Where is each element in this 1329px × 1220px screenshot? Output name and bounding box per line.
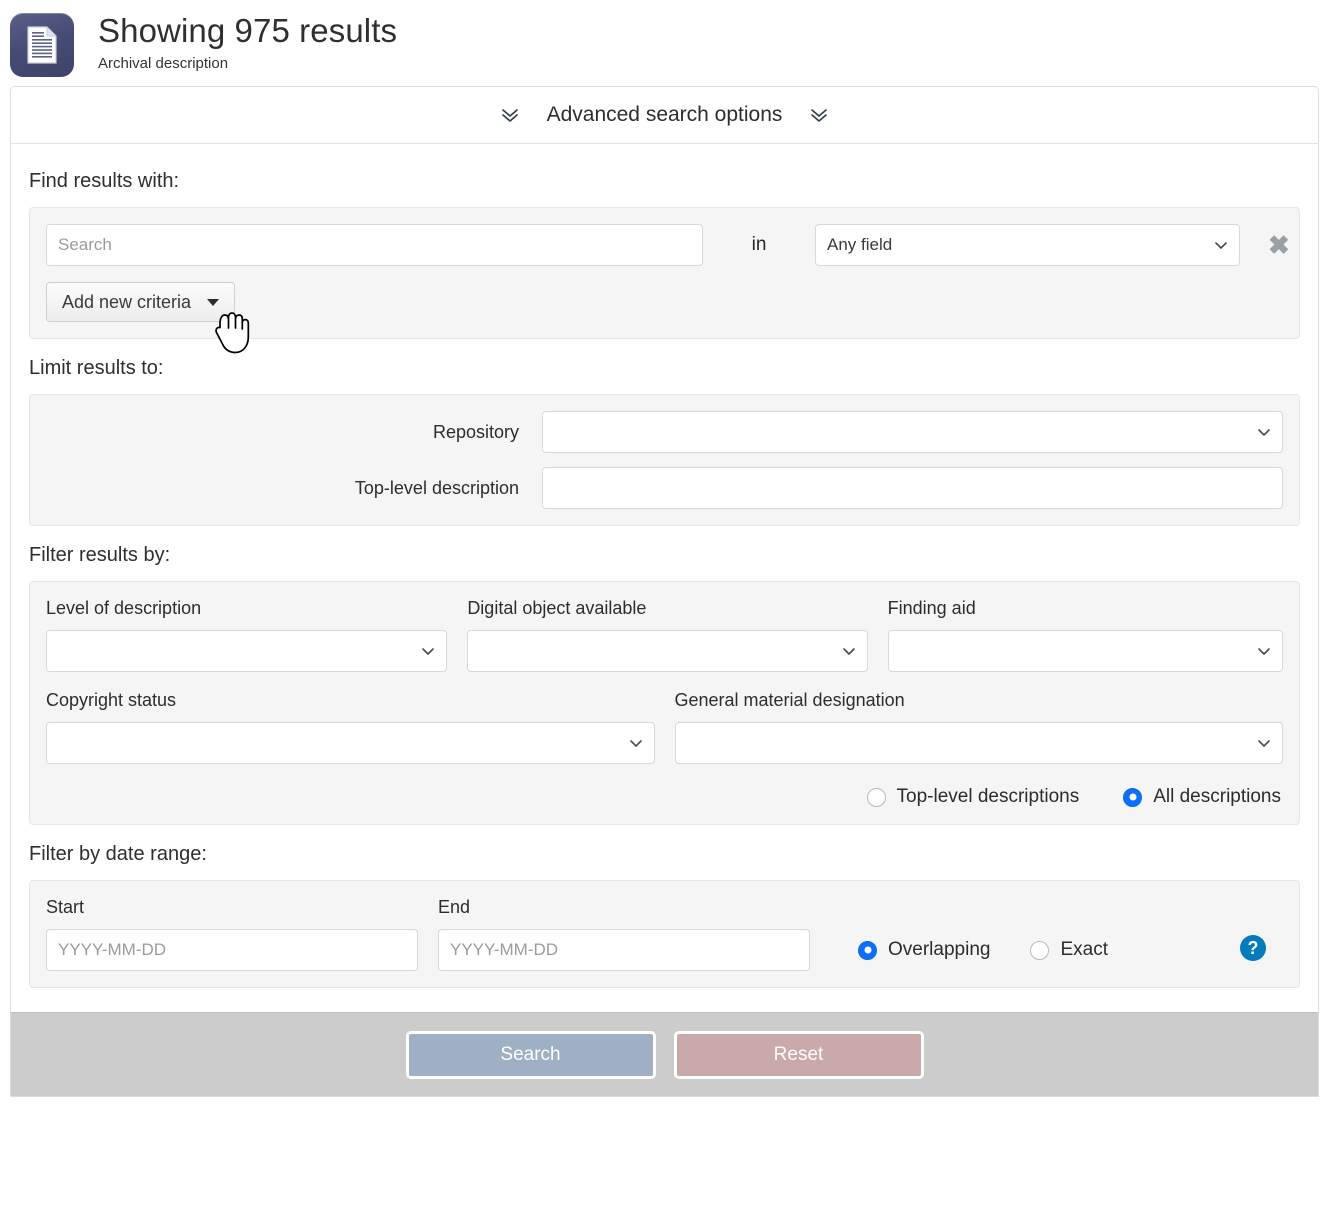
field-select-wrapper: Any field bbox=[815, 224, 1240, 266]
digital-object-available-select-wrapper bbox=[467, 630, 867, 672]
radio-top-level-descriptions[interactable]: Top-level descriptions bbox=[867, 786, 1080, 808]
repository-select-wrapper bbox=[542, 411, 1283, 453]
finding-aid-select[interactable] bbox=[888, 630, 1283, 672]
in-conjunction-label: in bbox=[703, 234, 815, 256]
end-date-group: End bbox=[438, 897, 810, 971]
criteria-row: in Any field ✖ bbox=[46, 224, 1283, 266]
top-level-description-input[interactable] bbox=[542, 467, 1283, 509]
question-mark-circle-icon[interactable]: ? bbox=[1240, 935, 1266, 961]
add-criteria-wrapper: Add new criteria bbox=[46, 282, 254, 322]
date-mode-radio-group: Overlapping Exact bbox=[858, 939, 1108, 971]
filter-row-1: Level of description Digital object avai… bbox=[46, 598, 1283, 672]
caret-down-icon bbox=[207, 299, 219, 306]
finding-aid-label: Finding aid bbox=[888, 598, 1283, 619]
limit-results-label: Limit results to: bbox=[29, 357, 1300, 380]
document-icon bbox=[10, 13, 74, 77]
level-of-description-label: Level of description bbox=[46, 598, 447, 619]
remove-criteria-button[interactable]: ✖ bbox=[1268, 232, 1290, 258]
copyright-status-select[interactable] bbox=[46, 722, 655, 764]
copyright-status-select-wrapper bbox=[46, 722, 655, 764]
advanced-search-options-label: Advanced search options bbox=[547, 103, 783, 127]
description-scope-radio-group: Top-level descriptions All descriptions bbox=[46, 786, 1283, 808]
date-range-row: Start End Overlapping Exact bbox=[46, 897, 1283, 971]
search-button[interactable]: Search bbox=[406, 1031, 656, 1079]
page-header: Showing 975 results Archival description bbox=[0, 0, 1329, 86]
radio-all-descriptions-label: All descriptions bbox=[1153, 786, 1281, 808]
header-text-block: Showing 975 results Archival description bbox=[98, 10, 397, 74]
top-level-description-label: Top-level description bbox=[46, 478, 542, 499]
reset-button[interactable]: Reset bbox=[674, 1031, 924, 1079]
advanced-search-panel: Advanced search options Find results wit… bbox=[10, 86, 1319, 1097]
radio-exact[interactable]: Exact bbox=[1030, 939, 1108, 961]
digital-object-available-group: Digital object available bbox=[467, 598, 867, 672]
chevron-down-icon bbox=[1256, 735, 1272, 751]
date-range-label: Filter by date range: bbox=[29, 843, 1300, 866]
start-date-label: Start bbox=[46, 897, 418, 918]
digital-object-available-label: Digital object available bbox=[467, 598, 867, 619]
radio-overlapping-dot[interactable] bbox=[858, 941, 877, 960]
finding-aid-select-wrapper bbox=[888, 630, 1283, 672]
level-of-description-select[interactable] bbox=[46, 630, 447, 672]
finding-aid-group: Finding aid bbox=[888, 598, 1283, 672]
radio-top-level-descriptions-label: Top-level descriptions bbox=[897, 786, 1080, 808]
general-material-designation-group: General material designation bbox=[675, 690, 1284, 764]
chevron-down-icon bbox=[1256, 424, 1272, 440]
general-material-designation-label: General material designation bbox=[675, 690, 1284, 711]
digital-object-available-select[interactable] bbox=[467, 630, 867, 672]
filter-results-label: Filter results by: bbox=[29, 544, 1300, 567]
chevron-down-icon bbox=[841, 643, 857, 659]
find-results-label: Find results with: bbox=[29, 170, 1300, 193]
radio-top-level-descriptions-dot[interactable] bbox=[867, 788, 886, 807]
top-level-description-input-wrapper bbox=[542, 467, 1283, 509]
level-of-description-group: Level of description bbox=[46, 598, 447, 672]
search-input-wrapper bbox=[46, 224, 703, 266]
radio-overlapping[interactable]: Overlapping bbox=[858, 939, 990, 961]
level-of-description-select-wrapper bbox=[46, 630, 447, 672]
start-date-group: Start bbox=[46, 897, 418, 971]
copyright-status-group: Copyright status bbox=[46, 690, 655, 764]
repository-label: Repository bbox=[46, 422, 542, 443]
page-title: Showing 975 results bbox=[98, 12, 397, 50]
limit-results-fieldset: Repository Top-level description bbox=[29, 394, 1300, 526]
advanced-search-options-toggle[interactable]: Advanced search options bbox=[11, 87, 1318, 144]
start-date-input[interactable] bbox=[46, 929, 418, 971]
general-material-designation-select[interactable] bbox=[675, 722, 1284, 764]
filter-row-2: Copyright status General material design… bbox=[46, 690, 1283, 764]
radio-exact-dot[interactable] bbox=[1030, 941, 1049, 960]
radio-all-descriptions[interactable]: All descriptions bbox=[1123, 786, 1281, 808]
field-select[interactable]: Any field bbox=[815, 224, 1240, 266]
end-date-input[interactable] bbox=[438, 929, 810, 971]
add-new-criteria-button[interactable]: Add new criteria bbox=[46, 282, 235, 322]
date-range-fieldset: Start End Overlapping Exact bbox=[29, 880, 1300, 988]
limit-row-repository: Repository bbox=[46, 411, 1283, 453]
chevron-down-icon bbox=[420, 643, 436, 659]
repository-select[interactable] bbox=[542, 411, 1283, 453]
chevron-down-icon bbox=[1213, 237, 1229, 253]
radio-exact-label: Exact bbox=[1060, 939, 1108, 961]
document-icon-glyph bbox=[27, 26, 57, 64]
end-date-label: End bbox=[438, 897, 810, 918]
field-select-value: Any field bbox=[827, 235, 892, 255]
chevron-down-icon bbox=[1256, 643, 1272, 659]
search-input[interactable] bbox=[46, 224, 703, 266]
limit-row-top-level-description: Top-level description bbox=[46, 467, 1283, 509]
page-subtitle: Archival description bbox=[98, 54, 397, 74]
filter-results-fieldset: Level of description Digital object avai… bbox=[29, 581, 1300, 825]
chevron-double-down-icon-left bbox=[499, 104, 521, 126]
add-new-criteria-label: Add new criteria bbox=[62, 292, 191, 313]
radio-overlapping-label: Overlapping bbox=[888, 939, 990, 961]
chevron-double-down-icon-right bbox=[808, 104, 830, 126]
copyright-status-label: Copyright status bbox=[46, 690, 655, 711]
panel-footer: Search Reset bbox=[11, 1012, 1318, 1096]
panel-body: Find results with: in Any field bbox=[11, 144, 1318, 992]
find-results-fieldset: in Any field ✖ Add new criteria bbox=[29, 207, 1300, 339]
radio-all-descriptions-dot[interactable] bbox=[1123, 788, 1142, 807]
chevron-down-icon bbox=[628, 735, 644, 751]
general-material-designation-select-wrapper bbox=[675, 722, 1284, 764]
